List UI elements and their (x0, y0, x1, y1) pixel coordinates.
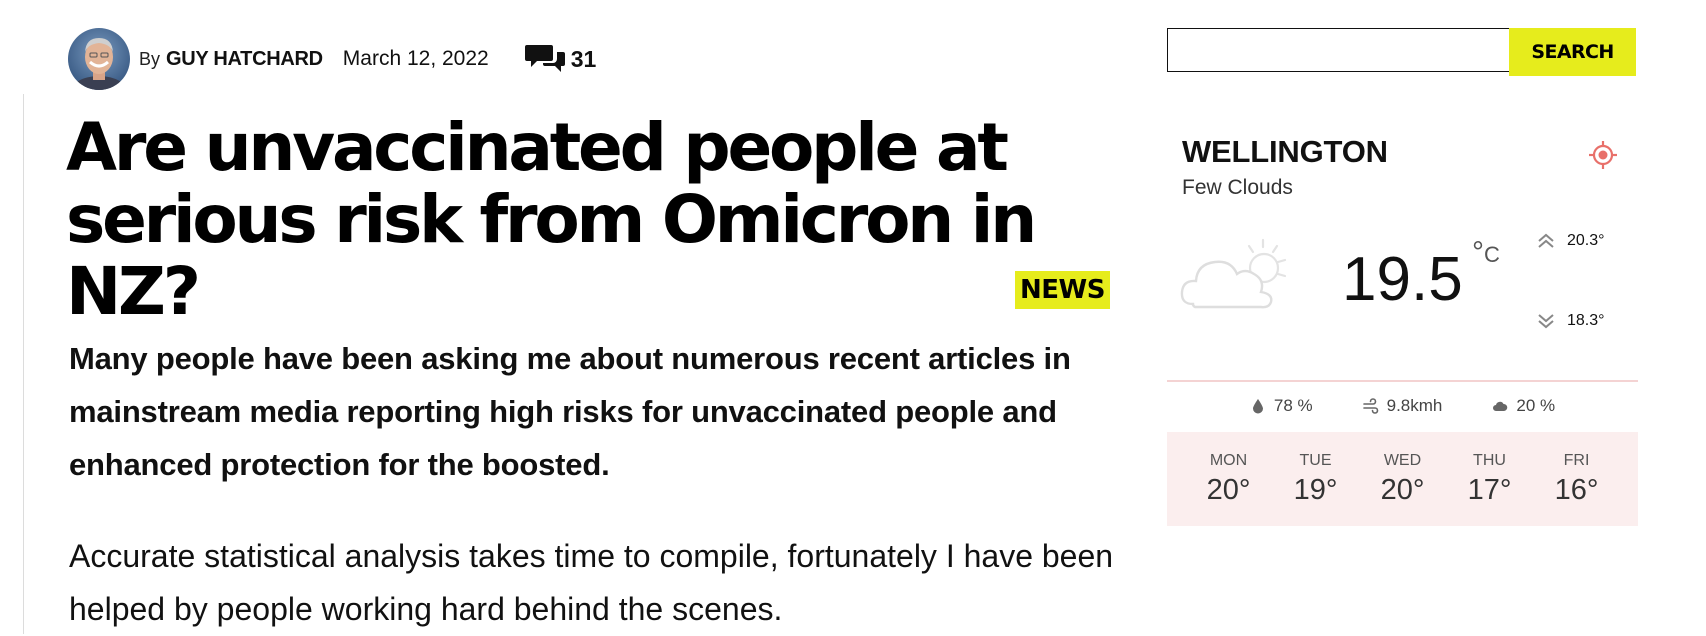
chevron-up-double-icon (1538, 233, 1554, 248)
forecast-day-name: WED (1383, 452, 1422, 469)
forecast-day-temp: 20° (1206, 474, 1251, 506)
weather-widget: WELLINGTON Few Clouds 19.5 °C 20.3° 18.3… (1167, 118, 1638, 526)
article-title: Are unvaccinated people at serious risk … (66, 109, 1037, 330)
wind-stat: 9.8kmh (1362, 396, 1443, 416)
weather-condition: Few Clouds (1182, 176, 1293, 199)
author-name[interactable]: GUY HATCHARD (166, 48, 323, 71)
publish-date: March 12, 2022 (342, 47, 489, 70)
forecast-day-temp: 19° (1293, 474, 1338, 506)
current-temperature: 19.5 (1342, 245, 1463, 314)
left-divider (23, 94, 24, 634)
crosshair-icon[interactable] (1587, 139, 1619, 171)
cloud-icon (1493, 401, 1508, 411)
article-lead: Many people have been asking me about nu… (69, 341, 1071, 482)
category-badge[interactable]: NEWS (1015, 271, 1110, 309)
clouds-value: 20 % (1516, 396, 1556, 415)
forecast-day: THU 17° (1446, 432, 1533, 526)
degree-sign: ° (1472, 236, 1484, 269)
low-temperature-value: 18.3° (1567, 312, 1605, 329)
forecast-day-temp: 20° (1380, 474, 1425, 506)
high-temperature-value: 20.3° (1567, 232, 1605, 249)
by-label: By (139, 48, 161, 69)
comments-link[interactable]: 31 (524, 42, 597, 76)
unit-letter: C (1484, 242, 1500, 267)
forecast-day-temp: 16° (1554, 474, 1599, 506)
wind-icon (1362, 398, 1378, 414)
weather-forecast: MON 20° TUE 19° WED 20° THU 17° FRI 16° (1167, 432, 1638, 526)
temperature-unit: °C (1472, 236, 1500, 276)
droplet-icon (1252, 399, 1263, 414)
forecast-day-name: TUE (1299, 452, 1332, 469)
search-button[interactable]: SEARCH (1509, 28, 1636, 76)
weather-divider (1167, 380, 1638, 382)
forecast-day-name: MON (1209, 452, 1248, 469)
comment-count: 31 (570, 45, 597, 72)
low-temperature: 18.3° (1537, 312, 1605, 330)
humidity-stat: 78 % (1250, 396, 1313, 416)
high-temperature: 20.3° (1537, 232, 1605, 250)
search-input[interactable] (1167, 28, 1509, 72)
article-paragraph: Accurate statistical analysis takes time… (69, 538, 1114, 627)
forecast-day: TUE 19° (1272, 432, 1359, 526)
wind-value: 9.8kmh (1386, 396, 1443, 415)
forecast-day: MON 20° (1185, 432, 1272, 526)
clouds-stat: 20 % (1492, 396, 1555, 416)
partly-cloudy-icon (1180, 238, 1287, 309)
forecast-day: FRI 16° (1533, 432, 1620, 526)
article-meta: By GUY HATCHARD March 12, 2022 31 (68, 28, 596, 90)
weather-stats: 78 % 9.8kmh 20 % (1167, 396, 1638, 416)
weather-city: WELLINGTON (1182, 134, 1388, 169)
humidity-value: 78 % (1273, 396, 1313, 415)
author-avatar[interactable] (68, 28, 130, 90)
forecast-day-name: THU (1473, 452, 1506, 469)
search-form: SEARCH (1167, 28, 1636, 76)
forecast-day: WED 20° (1359, 432, 1446, 526)
forecast-day-name: FRI (1563, 452, 1590, 469)
speech-bubbles-icon (524, 45, 565, 72)
chevron-down-double-icon (1538, 314, 1554, 329)
forecast-day-temp: 17° (1467, 474, 1512, 506)
